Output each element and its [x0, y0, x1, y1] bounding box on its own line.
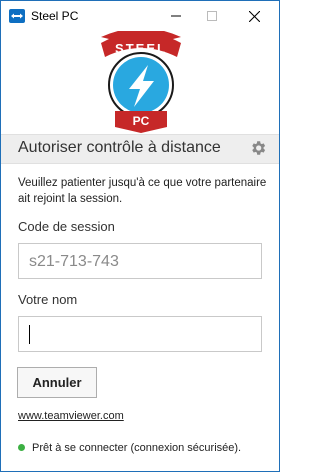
your-name-input[interactable]	[18, 316, 262, 352]
logo-bottom-text: PC	[133, 114, 150, 128]
steel-pc-logo: STEEL PC	[101, 28, 181, 133]
maximize-icon	[207, 11, 217, 21]
section-title: Autoriser contrôle à distance	[18, 139, 221, 156]
maximize-button[interactable]	[193, 1, 231, 31]
session-code-label: Code de session	[18, 219, 115, 234]
app-window: Steel PC STEEL PC Autoriser contrôle à d…	[0, 0, 280, 472]
info-message: Veuillez patienter jusqu'à ce que votre …	[18, 177, 267, 205]
session-code-field[interactable]: s21-713-743	[18, 243, 262, 279]
teamviewer-link[interactable]: www.teamviewer.com	[18, 410, 124, 422]
teamviewer-app-icon	[9, 9, 25, 23]
close-button[interactable]	[235, 1, 273, 31]
text-caret	[29, 325, 30, 344]
status-text: Prêt à se connecter (connexion sécurisée…	[32, 442, 242, 454]
section-header: Autoriser contrôle à distance	[1, 134, 279, 164]
gear-icon[interactable]	[249, 139, 267, 157]
title-bar[interactable]: Steel PC	[1, 1, 279, 31]
window-title: Steel PC	[31, 9, 79, 23]
minimize-button[interactable]	[157, 1, 195, 31]
cancel-button[interactable]: Annuler	[17, 367, 97, 398]
your-name-label: Votre nom	[18, 292, 78, 307]
status-indicator-icon	[18, 444, 25, 451]
status-bar: Prêt à se connecter (connexion sécurisée…	[18, 442, 241, 454]
logo-area: STEEL PC	[1, 28, 279, 133]
minimize-icon	[171, 15, 181, 17]
session-code-value: s21-713-743	[29, 253, 119, 270]
close-icon	[248, 10, 260, 22]
